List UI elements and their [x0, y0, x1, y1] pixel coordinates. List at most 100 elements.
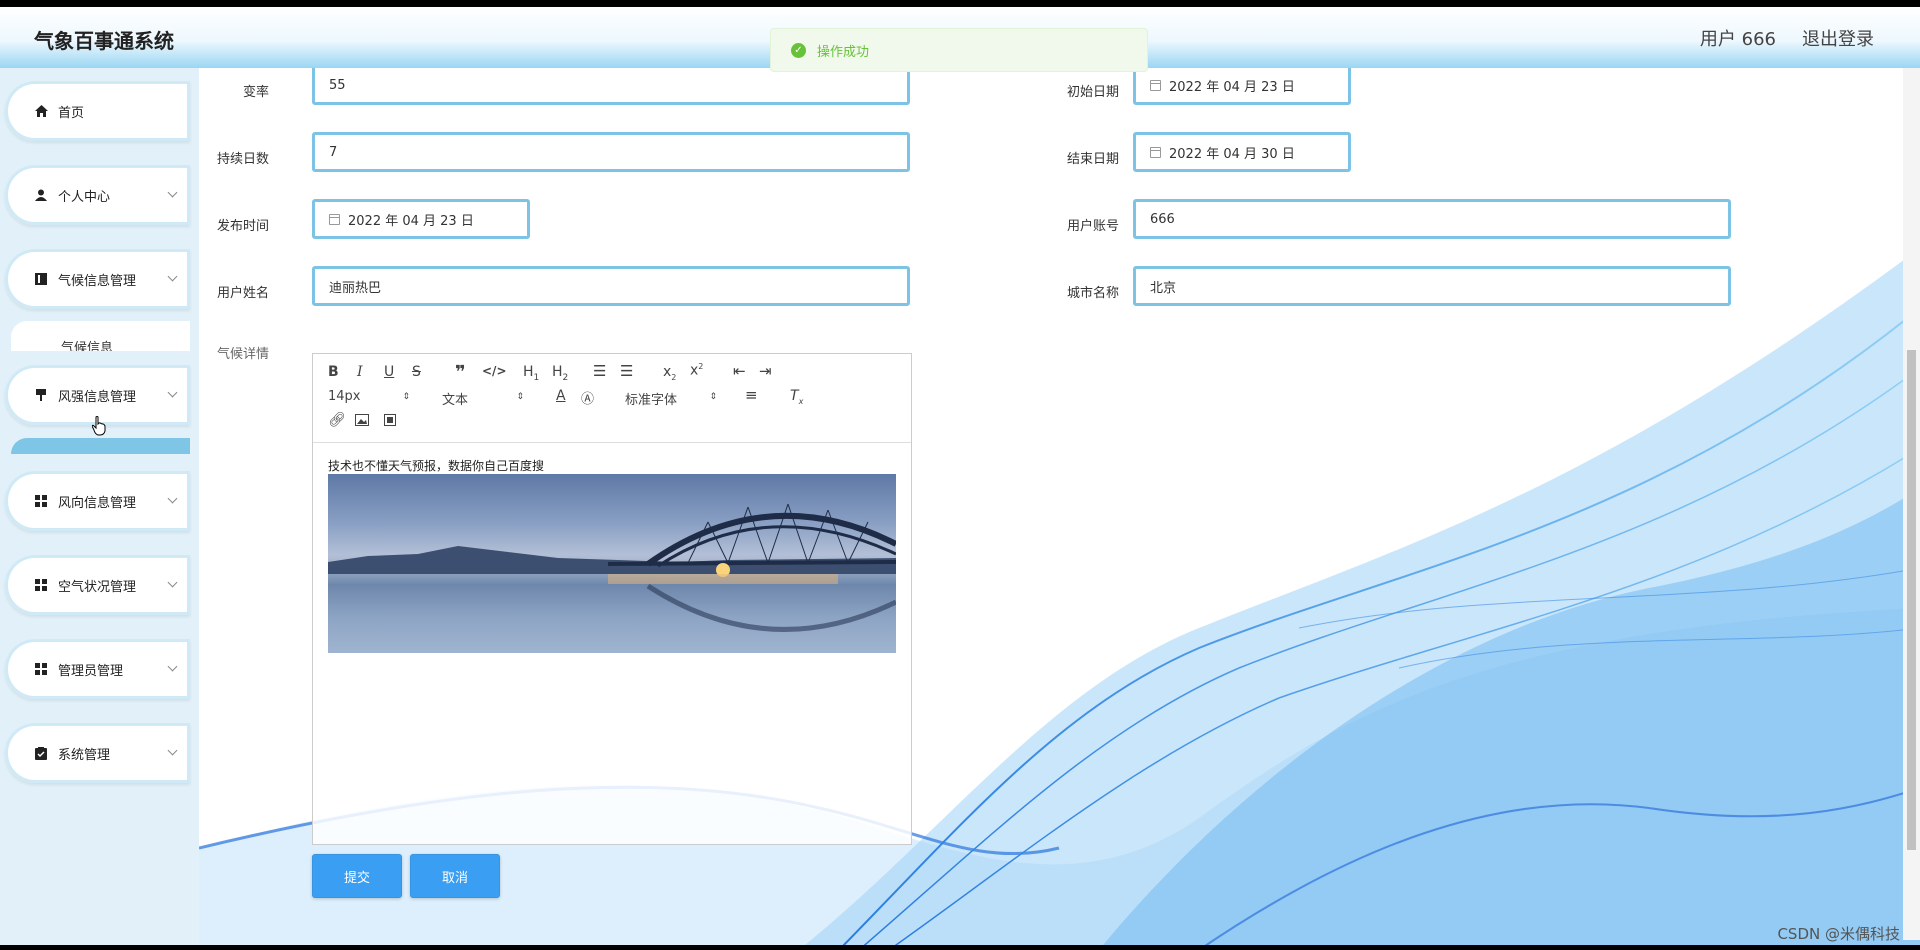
logout-link[interactable]: 退出登录 — [1802, 25, 1874, 51]
vertical-scrollbar[interactable] — [1903, 68, 1920, 940]
main-content: 变率 55 初始日期 2022 年 04 月 23 日 持续日数 7 结束日期 … — [199, 68, 1920, 950]
sidebar-subitem-climate-info[interactable]: 气候信息 — [11, 321, 190, 351]
grid-icon — [34, 494, 48, 508]
font-family-value: 标准字体 — [625, 393, 678, 408]
sidebar-subitem-label: 气候信息 — [61, 341, 114, 351]
start-date-picker[interactable]: 2022 年 04 月 23 日 — [1133, 68, 1351, 105]
editor-toolbar: B I U S ❞ </> H1 H2 ☰ ☰ x2 x2 ⇤ ⇥ 14px ⇕… — [313, 354, 911, 443]
image-icon[interactable] — [355, 414, 369, 430]
bold-icon[interactable]: B — [328, 364, 339, 380]
select-arrows-icon: ⇕ — [709, 392, 717, 402]
sidebar-item-label: 气候信息管理 — [58, 273, 137, 289]
rich-text-editor[interactable]: B I U S ❞ </> H1 H2 ☰ ☰ x2 x2 ⇤ ⇥ 14px ⇕… — [312, 353, 912, 845]
end-date-value: 2022 年 04 月 30 日 — [1169, 146, 1295, 162]
select-arrows-icon: ⇕ — [402, 392, 410, 402]
chevron-down-icon — [167, 577, 178, 588]
sidebar-item-climate[interactable]: 气候信息管理 — [5, 249, 190, 309]
font-size-select[interactable]: 14px ⇕ — [328, 389, 410, 404]
book-icon — [34, 272, 48, 286]
font-color-icon[interactable]: A — [556, 388, 566, 404]
sidebar-subitem-active[interactable] — [11, 438, 190, 454]
strikethrough-icon[interactable]: S — [412, 364, 421, 380]
calendar-icon — [1150, 79, 1161, 91]
header-user-area: 用户 666 退出登录 — [1700, 25, 1874, 51]
underline-icon[interactable]: U — [384, 364, 394, 380]
font-size-value: 14px — [328, 389, 361, 404]
cancel-button[interactable]: 取消 — [410, 854, 500, 898]
heading2-icon[interactable]: H2 — [552, 364, 568, 383]
chevron-down-icon — [167, 271, 178, 282]
account-value: 666 — [1150, 211, 1175, 227]
clipboard-icon — [34, 746, 48, 760]
sidebar-item-label: 空气状况管理 — [58, 579, 137, 595]
sidebar-item-home[interactable]: 首页 — [5, 81, 190, 141]
sidebar-item-label: 个人中心 — [58, 189, 111, 205]
sidebar: 首页 个人中心 气候信息管理 气候信息 风强信息管理 风向信息管理 空气状况管理… — [0, 68, 199, 950]
sidebar-item-label: 管理员管理 — [58, 663, 124, 679]
link-icon[interactable]: 🔗︎ — [328, 412, 346, 428]
rate-input[interactable]: 55 — [312, 68, 910, 105]
editor-content-text: 技术也不懂天气预报，数据你自己百度搜 — [328, 459, 545, 473]
bullet-list-icon[interactable]: ☰ — [620, 362, 633, 380]
app-title: 气象百事通系统 — [34, 29, 174, 53]
hand-cursor-icon — [92, 416, 106, 436]
sidebar-item-system[interactable]: 系统管理 — [5, 723, 190, 783]
city-input[interactable]: 北京 — [1133, 266, 1731, 306]
code-block-icon[interactable]: </> — [482, 364, 507, 378]
success-toast: ✓ 操作成功 — [770, 28, 1148, 72]
chevron-down-icon — [167, 661, 178, 672]
duration-label: 持续日数 — [216, 152, 269, 167]
home-icon — [34, 104, 48, 118]
sidebar-item-label: 系统管理 — [58, 747, 111, 763]
italic-icon[interactable]: I — [357, 364, 363, 380]
indent-icon[interactable]: ⇥ — [759, 362, 772, 380]
user-name-value: 迪丽热巴 — [329, 280, 382, 296]
rate-label: 变率 — [242, 85, 269, 100]
publish-date-picker[interactable]: 2022 年 04 月 23 日 — [312, 199, 530, 239]
outdent-icon[interactable]: ⇤ — [733, 362, 746, 380]
check-circle-icon: ✓ — [791, 42, 806, 58]
end-date-picker[interactable]: 2022 年 04 月 30 日 — [1133, 132, 1351, 172]
sidebar-item-personal[interactable]: 个人中心 — [5, 165, 190, 225]
publish-time-label: 发布时间 — [216, 219, 269, 234]
duration-input[interactable]: 7 — [312, 132, 910, 172]
align-icon[interactable]: ≡ — [745, 386, 758, 404]
user-icon — [34, 188, 48, 202]
rate-value: 55 — [329, 77, 346, 93]
font-family-select[interactable]: 标准字体 ⇕ — [625, 389, 717, 408]
duration-value: 7 — [329, 144, 338, 160]
bridge-photo — [328, 474, 896, 653]
account-label: 用户账号 — [1066, 219, 1119, 234]
sidebar-item-label: 首页 — [58, 105, 85, 121]
city-value: 北京 — [1150, 280, 1177, 296]
clear-format-icon[interactable]: Tx — [790, 388, 803, 406]
sidebar-item-label: 风强信息管理 — [58, 389, 137, 405]
superscript-icon[interactable]: x2 — [690, 362, 703, 379]
chevron-down-icon — [167, 745, 178, 756]
subscript-icon[interactable]: x2 — [663, 364, 676, 382]
chevron-down-icon — [167, 187, 178, 198]
submit-button[interactable]: 提交 — [312, 854, 402, 898]
account-input[interactable]: 666 — [1133, 199, 1731, 239]
video-icon[interactable] — [384, 414, 396, 430]
blockquote-icon[interactable]: ❞ — [455, 362, 466, 383]
user-label[interactable]: 用户 666 — [1700, 25, 1776, 51]
background-color-icon[interactable]: Ⓐ — [581, 388, 594, 407]
sidebar-item-admin[interactable]: 管理员管理 — [5, 639, 190, 699]
sidebar-item-air-quality[interactable]: 空气状况管理 — [5, 555, 190, 615]
detail-label: 气候详情 — [216, 347, 269, 362]
scrollbar-thumb[interactable] — [1907, 350, 1916, 850]
heading1-icon[interactable]: H1 — [523, 364, 539, 383]
calendar-icon — [329, 213, 340, 225]
select-arrows-icon: ⇕ — [516, 392, 524, 402]
ordered-list-icon[interactable]: ☰ — [593, 362, 606, 380]
start-date-value: 2022 年 04 月 23 日 — [1169, 79, 1295, 95]
calendar-icon — [1150, 146, 1161, 158]
sidebar-item-wind-direction[interactable]: 风向信息管理 — [5, 471, 190, 531]
end-date-label: 结束日期 — [1066, 152, 1119, 167]
toast-message: 操作成功 — [817, 44, 870, 60]
bottom-border — [0, 945, 1920, 950]
start-date-label: 初始日期 — [1066, 85, 1119, 100]
user-name-input[interactable]: 迪丽热巴 — [312, 266, 910, 306]
block-format-select[interactable]: 文本 ⇕ — [442, 389, 524, 408]
